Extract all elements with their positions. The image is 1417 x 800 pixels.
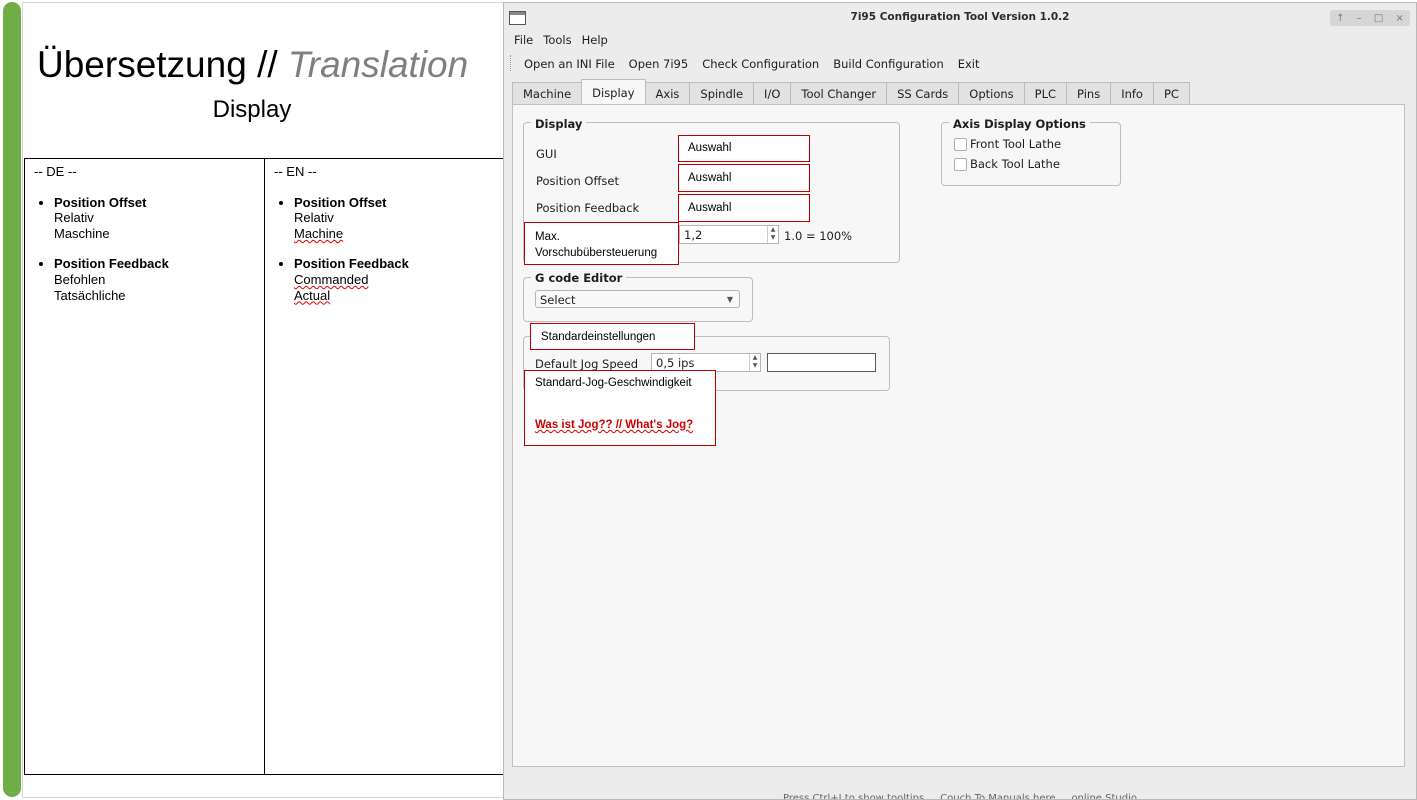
default-jog-value: 0,5 ips	[656, 356, 695, 370]
en-machine: Machine	[294, 225, 344, 241]
tab-plc[interactable]: PLC	[1023, 82, 1068, 104]
en-group-position-feedback: Position Feedback Commanded Actual	[274, 256, 499, 303]
en-relativ: Relativ	[294, 210, 334, 226]
window-app-icon[interactable]	[509, 11, 526, 25]
spin-arrows-icon[interactable]: ▲ ▼	[767, 226, 778, 243]
menu-tools[interactable]: Tools	[533, 30, 571, 50]
tab-ss-cards[interactable]: SS Cards	[886, 82, 960, 104]
tab-pins[interactable]: Pins	[1066, 82, 1112, 104]
open-7i95-button[interactable]: Open 7i95	[615, 51, 689, 75]
tab-pc[interactable]: PC	[1152, 82, 1190, 104]
table-column-divider	[264, 158, 265, 774]
gcode-editor-value: Select	[540, 293, 576, 307]
axis-display-group	[941, 122, 1121, 186]
open-ini-button[interactable]: Open an INI File	[510, 51, 615, 75]
jog-units-field[interactable]	[767, 353, 876, 372]
column-de-header: -- DE --	[34, 164, 77, 179]
column-de: -- DE -- Position Offset Relativ Maschin…	[34, 164, 259, 318]
annotation-jog-question: Was ist Jog?? // What's Jog?	[535, 419, 694, 431]
window-title: 7i95 Configuration Tool Version 1.0.2	[850, 11, 1070, 23]
tab-bar: Machine Display Axis Spindle I/O Tool Ch…	[512, 79, 1190, 104]
window-minimize-icon[interactable]: –	[1357, 13, 1362, 24]
de-befohlen: Befohlen	[54, 271, 106, 287]
annotation-max-feed-override: Max. Vorschubübersteuerung	[524, 222, 679, 265]
de-tatsaechliche: Tatsächliche	[54, 287, 126, 303]
position-feedback-label: Position Feedback	[536, 201, 640, 215]
annotation-pos-offset-auswahl: Auswahl	[678, 164, 810, 192]
axis-display-label: Axis Display Options	[949, 117, 1090, 131]
annotation-jog-speed: Standard-Jog-Geschwindigkeit Was ist Jog…	[524, 370, 716, 446]
tab-machine[interactable]: Machine	[512, 82, 583, 104]
gcode-editor-label: G code Editor	[531, 271, 627, 285]
menu-bar: File Tools Help	[504, 30, 608, 50]
annotation-max-line1: Max.	[535, 231, 560, 243]
chevron-down-icon: ▼	[726, 295, 733, 304]
tab-info[interactable]: Info	[1110, 82, 1154, 104]
back-tool-lathe-label[interactable]: Back Tool Lathe	[970, 157, 1060, 171]
back-tool-lathe-checkbox[interactable]	[954, 158, 967, 171]
tab-axis[interactable]: Axis	[644, 82, 691, 104]
en-group-position-offset: Position Offset Relativ Machine	[274, 195, 499, 242]
menu-file[interactable]: File	[504, 30, 533, 50]
de-group-position-feedback: Position Feedback Befohlen Tatsächliche	[34, 256, 259, 303]
title-en: Translation	[287, 44, 469, 85]
front-tool-lathe-checkbox[interactable]	[954, 138, 967, 151]
en-position-offset-term: Position Offset	[294, 194, 387, 210]
slide-subtitle: Display	[212, 96, 292, 123]
jog-spin-arrows-icon[interactable]: ▲ ▼	[749, 354, 760, 371]
exit-button[interactable]: Exit	[944, 51, 980, 75]
annotation-gui-auswahl: Auswahl	[678, 135, 810, 162]
title-de: Übersetzung //	[37, 44, 278, 85]
window-controls: ↑ – □ ×	[1330, 10, 1410, 26]
en-position-feedback-term: Position Feedback	[294, 256, 409, 272]
column-en-header: -- EN --	[274, 164, 317, 179]
de-relativ: Relativ	[54, 210, 94, 226]
tab-spindle[interactable]: Spindle	[689, 82, 755, 104]
menu-help[interactable]: Help	[572, 30, 608, 50]
feed-override-hint: 1.0 = 100%	[784, 229, 853, 243]
de-position-offset-term: Position Offset	[54, 194, 147, 210]
annotation-max-line2: Vorschubübersteuerung	[535, 247, 658, 259]
column-en: -- EN -- Position Offset Relativ Machine…	[274, 164, 499, 318]
slide-title: Übersetzung // Translation	[37, 44, 468, 86]
en-commanded: Commanded	[294, 271, 369, 287]
feed-override-spinbox[interactable]: 1,2 ▲ ▼	[679, 225, 779, 244]
window-close-icon[interactable]: ×	[1396, 13, 1404, 24]
annotation-standardeinstellungen: Standardeinstellungen	[530, 323, 695, 350]
tab-display[interactable]: Display	[581, 79, 646, 104]
tab-io[interactable]: I/O	[753, 82, 792, 104]
toolbar: Open an INI File Open 7i95 Check Configu…	[510, 51, 980, 75]
de-group-position-offset: Position Offset Relativ Maschine	[34, 195, 259, 242]
annotation-jog-de: Standard-Jog-Geschwindigkeit	[535, 377, 692, 389]
tab-options[interactable]: Options	[958, 82, 1025, 104]
check-config-button[interactable]: Check Configuration	[688, 51, 819, 75]
status-bar: Press Ctrl+I to show tooltips ... Couch …	[783, 793, 1137, 799]
window-shade-icon[interactable]: ↑	[1336, 13, 1344, 24]
en-actual: Actual	[294, 287, 331, 303]
front-tool-lathe-label[interactable]: Front Tool Lathe	[970, 137, 1061, 151]
annotation-pos-feedback-auswahl: Auswahl	[678, 194, 810, 222]
feed-override-value: 1,2	[684, 228, 703, 242]
de-position-feedback-term: Position Feedback	[54, 256, 169, 272]
tab-tool-changer[interactable]: Tool Changer	[790, 82, 888, 104]
gcode-editor-select[interactable]: Select ▼	[535, 290, 740, 308]
default-jog-label: Default Jog Speed	[535, 357, 639, 371]
window-maximize-icon[interactable]: □	[1374, 13, 1383, 24]
gui-label: GUI	[536, 147, 557, 161]
display-group-label: Display	[531, 117, 587, 131]
position-offset-label: Position Offset	[536, 174, 619, 188]
build-config-button[interactable]: Build Configuration	[819, 51, 944, 75]
de-maschine: Maschine	[54, 225, 110, 241]
